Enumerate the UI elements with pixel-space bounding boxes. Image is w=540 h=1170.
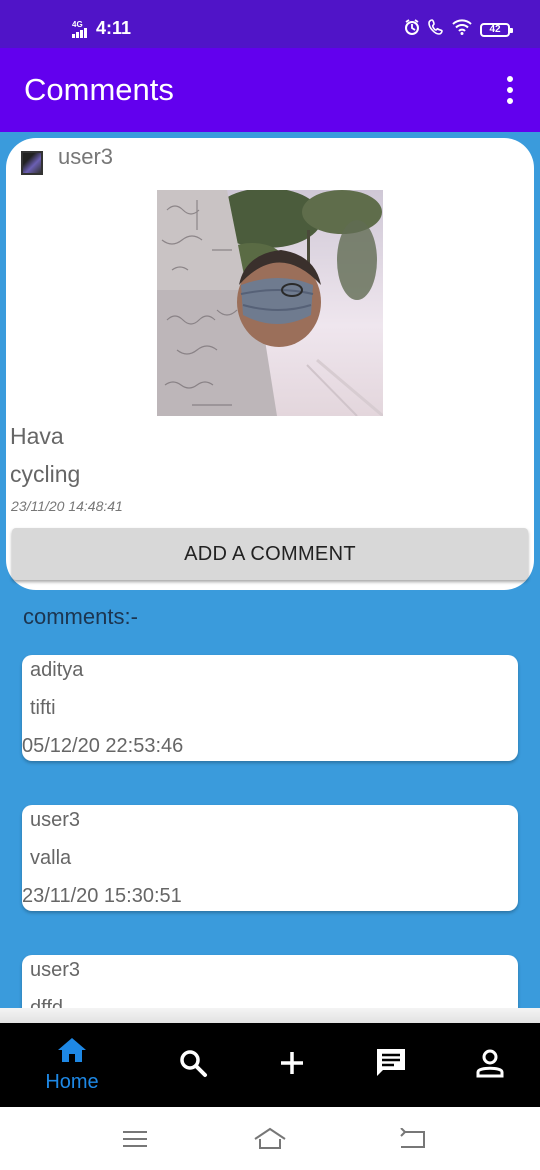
page-title: Comments [24, 72, 174, 107]
chat-icon [374, 1047, 408, 1084]
nav-search[interactable] [166, 1023, 220, 1107]
wifi-icon [452, 19, 472, 40]
add-comment-button[interactable]: ADD A COMMENT [12, 528, 528, 580]
search-icon [178, 1048, 208, 1083]
more-vert-icon[interactable] [504, 76, 516, 104]
nav-profile[interactable] [463, 1023, 517, 1107]
post-username[interactable]: user3 [58, 144, 113, 170]
nav-home-label: Home [45, 1071, 99, 1093]
comment-card: user3 valla 23/11/20 15:30:51 [22, 805, 518, 911]
alarm-icon [404, 19, 420, 40]
comment-time: 23/11/20 15:30:51 [22, 885, 182, 907]
status-time: 4:11 [96, 18, 132, 38]
status-bar: 4G 4:11 42 [0, 0, 540, 48]
back-icon[interactable] [395, 1124, 429, 1154]
comment-text: valla [30, 847, 72, 869]
bottom-nav: Home [0, 1023, 540, 1107]
post-timestamp: 23/11/20 14:48:41 [11, 498, 123, 514]
signal-icon: 4G [72, 20, 90, 38]
comment-time: 05/12/20 22:53:46 [22, 735, 184, 757]
comment-card: aditya tifti 05/12/20 22:53:46 [22, 655, 518, 761]
battery-icon: 42 [480, 22, 513, 37]
profile-icon [476, 1048, 504, 1083]
add-icon [279, 1050, 305, 1081]
nav-home[interactable]: Home [22, 1023, 122, 1107]
comment-user: user3 [30, 809, 81, 831]
post-card: user3 Hava cycling 23/11/20 14:48:41 ADD… [6, 138, 534, 590]
comments-list[interactable]: aditya tifti 05/12/20 22:53:46 user3 val… [0, 640, 540, 1008]
nav-chat[interactable] [364, 1023, 418, 1107]
menu-icon[interactable] [118, 1124, 152, 1154]
comment-user: user3 [30, 959, 81, 981]
app-bar: Comments [0, 48, 540, 132]
post-image[interactable] [157, 190, 383, 416]
comment-card: user3 dffd [22, 955, 518, 1008]
post-description: cycling [10, 461, 81, 487]
comment-text: dffd [30, 997, 63, 1008]
post-title: Hava [10, 423, 64, 449]
comments-heading: comments:- [23, 604, 138, 629]
home-icon [56, 1036, 88, 1069]
call-icon [428, 19, 444, 40]
avatar[interactable] [21, 151, 43, 175]
system-nav [0, 1107, 540, 1170]
comment-user: aditya [30, 659, 84, 681]
nav-add[interactable] [265, 1023, 319, 1107]
divider [0, 1008, 540, 1023]
home-system-icon[interactable] [253, 1124, 287, 1154]
comment-text: tifti [30, 697, 56, 719]
